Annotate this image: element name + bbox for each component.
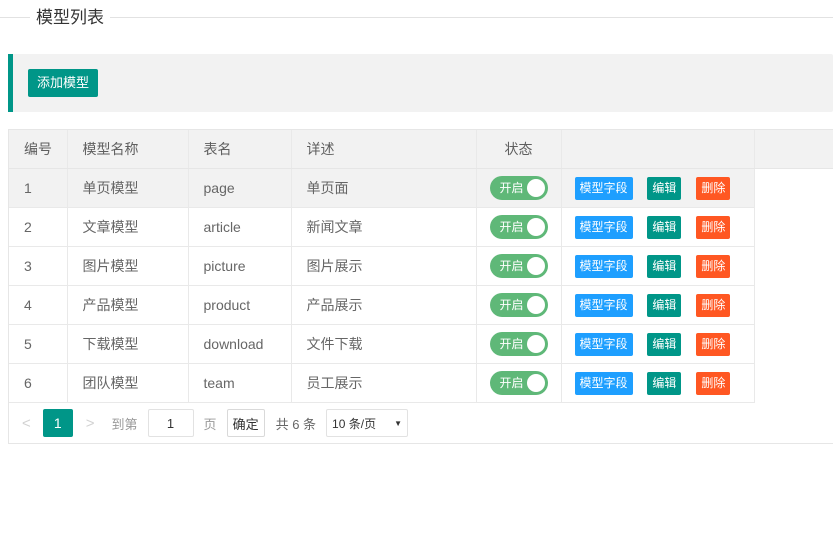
current-page: 1 (43, 409, 73, 437)
cell-table-name: team (188, 364, 291, 403)
cell-model-name: 下载模型 (67, 325, 188, 364)
cell-desc: 员工展示 (291, 364, 476, 403)
cell-id: 4 (9, 286, 67, 325)
page-size-select[interactable]: 10 条/页 ▼ (326, 409, 408, 437)
cell-model-name: 文章模型 (67, 208, 188, 247)
cell-id: 1 (9, 169, 67, 208)
toggle-label: 开启 (500, 371, 524, 395)
cell-table-name: page (188, 169, 291, 208)
edit-button[interactable]: 编辑 (647, 216, 681, 239)
col-header-status: 状态 (476, 130, 561, 169)
cell-id: 3 (9, 247, 67, 286)
page-unit-label: 页 (204, 414, 217, 433)
page-number-input[interactable] (148, 409, 194, 437)
table-row: 4 产品模型 product 产品展示 开启 模型字段 编辑 删除 (9, 286, 754, 325)
toggle-label: 开启 (500, 254, 524, 278)
model-table: 编号 模型名称 表名 详述 状态 1 单页模型 page 单页面 开启 (8, 129, 833, 444)
toggle-knob (527, 335, 545, 353)
toggle-knob (527, 374, 545, 392)
cell-desc: 产品展示 (291, 286, 476, 325)
model-fields-button[interactable]: 模型字段 (575, 255, 633, 278)
status-toggle[interactable]: 开启 (490, 293, 548, 317)
cell-desc: 文件下载 (291, 325, 476, 364)
edit-button[interactable]: 编辑 (647, 177, 681, 200)
col-header-actions (561, 130, 754, 169)
status-toggle[interactable]: 开启 (490, 176, 548, 200)
edit-button[interactable]: 编辑 (647, 333, 681, 356)
toolbar: 添加模型 (8, 54, 833, 112)
col-header-id: 编号 (9, 130, 67, 169)
model-fields-button[interactable]: 模型字段 (575, 294, 633, 317)
status-toggle[interactable]: 开启 (490, 215, 548, 239)
table-header: 编号 模型名称 表名 详述 状态 (9, 130, 833, 169)
table-row: 3 图片模型 picture 图片展示 开启 模型字段 编辑 删除 (9, 247, 754, 286)
edit-button[interactable]: 编辑 (647, 372, 681, 395)
page-header: 模型列表 (0, 17, 833, 29)
confirm-button[interactable]: 确定 (227, 409, 265, 437)
cell-model-name: 单页模型 (67, 169, 188, 208)
pagination: < 1 > 到第 页 确定 共 6 条 10 条/页 ▼ (9, 403, 833, 443)
table-body: 1 单页模型 page 单页面 开启 模型字段 编辑 删除 2 文章模型 art… (9, 169, 755, 403)
model-fields-button[interactable]: 模型字段 (575, 177, 633, 200)
model-fields-button[interactable]: 模型字段 (575, 372, 633, 395)
cell-id: 6 (9, 364, 67, 403)
toggle-knob (527, 179, 545, 197)
toggle-label: 开启 (500, 215, 524, 239)
cell-table-name: picture (188, 247, 291, 286)
cell-desc: 新闻文章 (291, 208, 476, 247)
cell-model-name: 团队模型 (67, 364, 188, 403)
col-header-name: 模型名称 (67, 130, 188, 169)
delete-button[interactable]: 删除 (696, 294, 730, 317)
edit-button[interactable]: 编辑 (647, 294, 681, 317)
delete-button[interactable]: 删除 (696, 372, 730, 395)
status-toggle[interactable]: 开启 (490, 254, 548, 278)
table-row: 1 单页模型 page 单页面 开启 模型字段 编辑 删除 (9, 169, 754, 208)
table-row: 2 文章模型 article 新闻文章 开启 模型字段 编辑 删除 (9, 208, 754, 247)
cell-model-name: 产品模型 (67, 286, 188, 325)
goto-label: 到第 (112, 414, 138, 433)
table-row: 6 团队模型 team 员工展示 开启 模型字段 编辑 删除 (9, 364, 754, 403)
col-header-table: 表名 (188, 130, 291, 169)
header-row: 编号 模型名称 表名 详述 状态 (9, 130, 833, 169)
cell-table-name: product (188, 286, 291, 325)
delete-button[interactable]: 删除 (696, 177, 730, 200)
toggle-knob (527, 296, 545, 314)
page-title: 模型列表 (30, 6, 110, 29)
toggle-label: 开启 (500, 332, 524, 356)
toggle-label: 开启 (500, 176, 524, 200)
cell-desc: 图片展示 (291, 247, 476, 286)
status-toggle[interactable]: 开启 (490, 332, 548, 356)
status-toggle[interactable]: 开启 (490, 371, 548, 395)
toggle-knob (527, 257, 545, 275)
delete-button[interactable]: 删除 (696, 216, 730, 239)
model-fields-button[interactable]: 模型字段 (575, 333, 633, 356)
model-fields-button[interactable]: 模型字段 (575, 216, 633, 239)
next-page-icon[interactable]: > (86, 415, 95, 432)
cell-table-name: article (188, 208, 291, 247)
edit-button[interactable]: 编辑 (647, 255, 681, 278)
add-model-button[interactable]: 添加模型 (28, 69, 98, 97)
chevron-down-icon: ▼ (394, 419, 402, 428)
prev-page-icon[interactable]: < (22, 415, 31, 432)
delete-button[interactable]: 删除 (696, 333, 730, 356)
page-size-value: 10 条/页 (332, 415, 376, 432)
toggle-label: 开启 (500, 293, 524, 317)
table-row: 5 下载模型 download 文件下载 开启 模型字段 编辑 删除 (9, 325, 754, 364)
total-count: 共 6 条 (276, 414, 316, 433)
delete-button[interactable]: 删除 (696, 255, 730, 278)
cell-id: 5 (9, 325, 67, 364)
cell-model-name: 图片模型 (67, 247, 188, 286)
cell-id: 2 (9, 208, 67, 247)
toggle-knob (527, 218, 545, 236)
col-header-spacer (754, 130, 833, 169)
cell-table-name: download (188, 325, 291, 364)
col-header-desc: 详述 (291, 130, 476, 169)
cell-desc: 单页面 (291, 169, 476, 208)
